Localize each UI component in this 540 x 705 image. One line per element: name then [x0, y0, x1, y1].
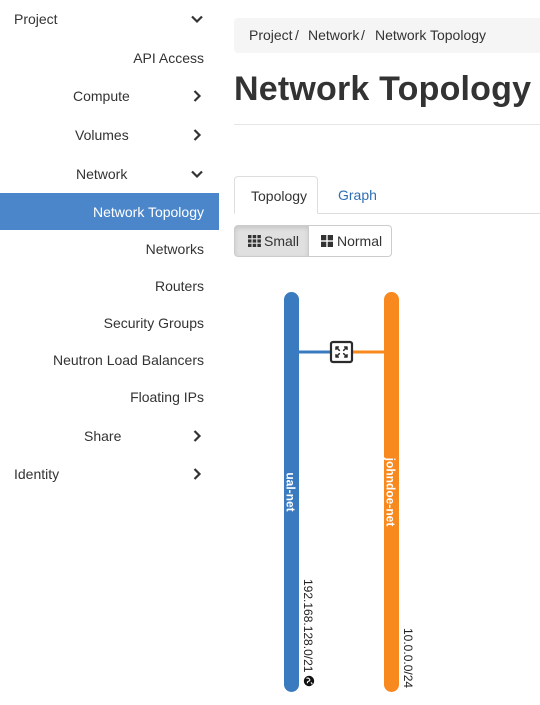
divider — [234, 124, 540, 125]
sidebar-item-label: Compute — [73, 87, 130, 104]
sidebar-item-network[interactable]: Network — [0, 155, 219, 192]
sidebar-item-networks[interactable]: Networks — [0, 230, 219, 267]
network-cidr-ual-net: 192.168.128.0/21 — [301, 579, 315, 673]
network-cidr-johndoe-net: 10.0.0.0/24 — [401, 628, 415, 688]
chevron-right-icon — [193, 467, 202, 480]
sidebar-item-neutron-load-balancers[interactable]: Neutron Load Balancers — [0, 341, 219, 378]
chevron-right-icon — [193, 429, 202, 442]
breadcrumb-current: Network Topology — [375, 27, 487, 43]
sidebar-item-label: Routers — [154, 277, 204, 294]
sidebar-item-label: Project — [14, 10, 58, 27]
tab-label: Graph — [338, 187, 377, 203]
small-view-button[interactable]: Small — [234, 225, 309, 257]
tab-label: Topology — [251, 188, 308, 204]
breadcrumb-project[interactable]: Project — [249, 27, 293, 43]
breadcrumb: Project / Network / Network Topology — [234, 18, 540, 53]
sidebar-item-label: Networks — [145, 240, 204, 257]
sidebar-item-label: Network — [76, 165, 128, 182]
chevron-down-icon — [191, 15, 203, 23]
chevron-right-icon — [193, 128, 202, 141]
chevron-right-icon — [193, 89, 202, 102]
sidebar-item-routers[interactable]: Routers — [0, 267, 219, 304]
th-large-icon — [321, 235, 333, 247]
tab-topology[interactable]: Topology — [234, 176, 318, 214]
th-grid-icon — [248, 235, 261, 247]
sidebar-item-label: Neutron Load Balancers — [53, 351, 204, 368]
sidebar-item-label: Share — [84, 427, 122, 444]
sidebar-item-security-groups[interactable]: Security Groups — [0, 304, 219, 341]
small-view-label: Small — [264, 233, 300, 249]
sidebar-item-compute[interactable]: Compute — [0, 77, 219, 114]
sidebar-item-volumes[interactable]: Volumes — [0, 116, 219, 153]
network-name-johndoe-net: johndoe-net — [384, 457, 398, 527]
sidebar-item-label: Network Topology — [92, 203, 204, 220]
breadcrumb-separator: / — [361, 27, 365, 43]
page-title: Network Topology — [234, 70, 532, 108]
chevron-down-icon — [191, 170, 203, 178]
sidebar-item-label: Floating IPs — [130, 388, 204, 405]
sidebar-item-label: Security Groups — [103, 314, 204, 331]
sidebar-item-network-topology[interactable]: Network Topology — [0, 193, 219, 230]
sidebar-item-share[interactable]: Share — [0, 417, 219, 454]
sidebar-item-identity[interactable]: Identity — [0, 455, 219, 492]
network-name-ual-net: ual-net — [284, 472, 298, 511]
normal-view-label: Normal — [337, 233, 383, 249]
normal-view-button[interactable]: Normal — [308, 225, 392, 257]
breadcrumb-separator: / — [295, 27, 299, 43]
sidebar: Project API Access Compute Volumes Netwo… — [0, 0, 219, 705]
sidebar-item-label: API Access — [133, 49, 204, 66]
router-icon[interactable] — [329, 340, 354, 364]
sidebar-item-api-access[interactable]: API Access — [0, 39, 219, 76]
breadcrumb-network[interactable]: Network — [308, 27, 359, 43]
sidebar-item-label: Identity — [14, 465, 60, 482]
sidebar-item-project[interactable]: Project — [0, 0, 219, 37]
globe-icon — [303, 675, 315, 687]
sidebar-item-floating-ips[interactable]: Floating IPs — [0, 378, 219, 415]
sidebar-item-label: Volumes — [75, 126, 129, 143]
